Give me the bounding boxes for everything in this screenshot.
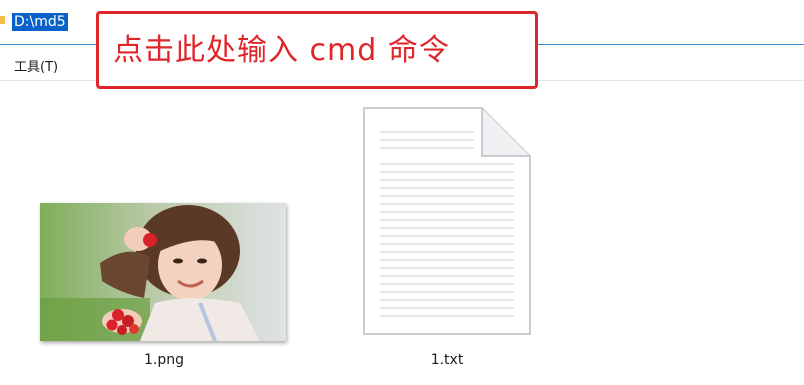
file-item-png[interactable]: 1.png [38,200,290,375]
folder-icon [0,16,5,24]
image-thumbnail [40,203,286,341]
address-path-input[interactable]: D:\md5 [12,13,68,31]
file-name-label: 1.txt [430,352,464,368]
annotation-callout: 点击此处输入 cmd 命令 [96,11,538,89]
text-document-icon [363,107,531,335]
annotation-text: 点击此处输入 cmd 命令 [113,33,450,68]
file-name-label: 1.png [143,352,184,368]
file-item-txt[interactable]: 1.txt [352,104,542,374]
menu-item-tools[interactable]: 工具(T) [14,59,58,77]
